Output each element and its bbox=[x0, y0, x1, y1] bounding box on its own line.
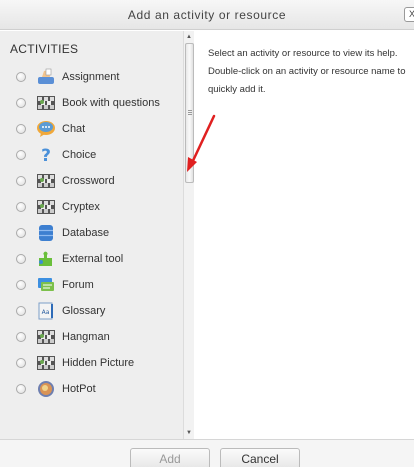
activity-item[interactable]: Hangman bbox=[0, 324, 183, 350]
activity-item[interactable]: External tool bbox=[0, 246, 183, 272]
dialog-footer: Add Cancel bbox=[0, 439, 414, 467]
add-button[interactable]: Add bbox=[130, 448, 210, 467]
question-mark-icon: ? bbox=[36, 145, 56, 165]
activity-label: Crossword bbox=[62, 175, 115, 187]
activity-item[interactable]: Database bbox=[0, 220, 183, 246]
activity-label: Chat bbox=[62, 123, 86, 135]
assignment-icon bbox=[36, 67, 56, 87]
activity-radio[interactable] bbox=[16, 202, 26, 212]
dialog-title-bar: Add an activity or resource X bbox=[0, 0, 414, 30]
activity-item[interactable]: Crossword bbox=[0, 168, 183, 194]
activity-list-scrollbar[interactable]: ▲ ▼ bbox=[183, 31, 194, 439]
annotation-arrow-icon bbox=[187, 114, 216, 172]
activity-label: Hidden Picture bbox=[62, 357, 135, 369]
activity-radio[interactable] bbox=[16, 384, 26, 394]
activity-item[interactable]: Assignment bbox=[0, 64, 183, 90]
forum-icon bbox=[36, 275, 56, 295]
activities-heading: ACTIVITIES bbox=[10, 42, 79, 56]
activity-radio[interactable] bbox=[16, 228, 26, 238]
activity-label: Forum bbox=[62, 279, 94, 291]
game-board-icon bbox=[36, 171, 56, 191]
activity-radio[interactable] bbox=[16, 176, 26, 186]
activity-item[interactable]: Book with questions bbox=[0, 90, 183, 116]
activity-item[interactable]: Cryptex bbox=[0, 194, 183, 220]
game-board-icon bbox=[36, 197, 56, 217]
glossary-icon: Aa bbox=[36, 301, 56, 321]
activity-label: Assignment bbox=[62, 71, 120, 83]
activity-item[interactable]: HotPot bbox=[0, 376, 183, 402]
help-pane: Select an activity or resource to view i… bbox=[195, 31, 414, 439]
cancel-button[interactable]: Cancel bbox=[220, 448, 300, 467]
activity-radio[interactable] bbox=[16, 254, 26, 264]
activity-label: Cryptex bbox=[62, 201, 100, 213]
activity-radio[interactable] bbox=[16, 358, 26, 368]
activity-list-pane: ACTIVITIES Assignment Book with questions… bbox=[0, 31, 183, 439]
scroll-up-arrow-icon[interactable]: ▲ bbox=[186, 33, 192, 41]
activity-item[interactable]: Forum bbox=[0, 272, 183, 298]
close-button[interactable]: X bbox=[404, 7, 414, 22]
activity-label: Choice bbox=[62, 149, 97, 161]
database-icon bbox=[36, 223, 56, 243]
activity-item[interactable]: Aa Glossary bbox=[0, 298, 183, 324]
chat-icon bbox=[36, 119, 56, 139]
thumb-grip-line bbox=[188, 110, 192, 111]
game-board-icon bbox=[36, 353, 56, 373]
dialog-title: Add an activity or resource bbox=[127, 8, 287, 22]
activity-label: Database bbox=[62, 227, 110, 239]
help-text: Select an activity or resource to view i… bbox=[208, 48, 406, 95]
activity-label: Book with questions bbox=[62, 97, 160, 109]
game-board-icon bbox=[36, 93, 56, 113]
activity-label: External tool bbox=[62, 253, 124, 265]
activity-label: HotPot bbox=[62, 383, 96, 395]
close-icon: X bbox=[408, 9, 414, 19]
svg-text:?: ? bbox=[41, 146, 51, 165]
activity-item[interactable]: Hidden Picture bbox=[0, 350, 183, 376]
activity-item[interactable]: ? Choice bbox=[0, 142, 183, 168]
activity-item[interactable]: Chat bbox=[0, 116, 183, 142]
activity-label: Hangman bbox=[62, 331, 110, 343]
scroll-down-arrow-icon[interactable]: ▼ bbox=[186, 429, 192, 437]
activity-radio[interactable] bbox=[16, 332, 26, 342]
hotpot-icon bbox=[36, 379, 56, 399]
activity-radio[interactable] bbox=[16, 280, 26, 290]
puzzle-icon bbox=[36, 249, 56, 269]
activity-radio[interactable] bbox=[16, 72, 26, 82]
game-board-icon bbox=[36, 327, 56, 347]
activity-radio[interactable] bbox=[16, 124, 26, 134]
svg-text:Aa: Aa bbox=[42, 309, 50, 316]
activity-radio[interactable] bbox=[16, 306, 26, 316]
activity-radio[interactable] bbox=[16, 150, 26, 160]
activity-label: Glossary bbox=[62, 305, 106, 317]
activity-radio[interactable] bbox=[16, 98, 26, 108]
